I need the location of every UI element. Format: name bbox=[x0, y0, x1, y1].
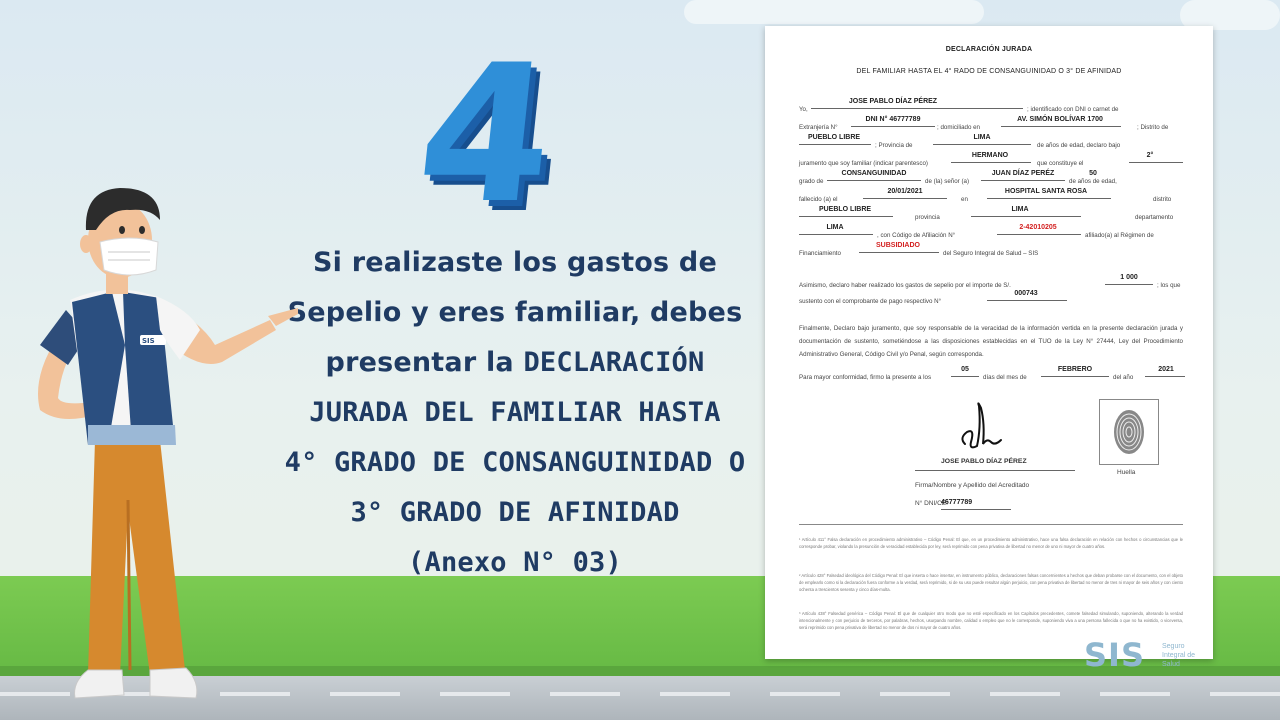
signer-name: JOSE PABLO DÍAZ PÉREZ bbox=[941, 458, 1027, 465]
underline bbox=[941, 509, 1011, 510]
underline bbox=[859, 252, 939, 253]
doc-text: que constituye el bbox=[1037, 160, 1084, 167]
message-text: presentar la bbox=[325, 347, 524, 378]
fingerprint-box bbox=[1099, 399, 1159, 465]
field-address: AV. SIMÓN BOLÍVAR 1700 bbox=[1017, 116, 1103, 123]
doc-text: de años de edad, declaro bajo bbox=[1037, 142, 1121, 149]
message-line: 4° GRADO DE CONSANGUINIDAD O bbox=[284, 447, 746, 478]
main-message: Si realizaste los gastos de Sepelio y er… bbox=[270, 238, 760, 588]
underline bbox=[863, 198, 947, 199]
field-degree: 2° bbox=[1146, 152, 1154, 159]
field-district-2: PUEBLO LIBRE bbox=[818, 206, 872, 213]
doc-text: Yo, bbox=[799, 106, 808, 113]
doc-text: distrito bbox=[1153, 196, 1172, 203]
footnote: ¹ Artículo 411° Falsa declaración en pro… bbox=[799, 537, 1183, 549]
field-dni: DNI N° 46777789 bbox=[865, 116, 921, 123]
vest-badge: SIS bbox=[142, 337, 155, 345]
doc-text: provincia bbox=[915, 214, 940, 221]
field-relationship: HERMANO bbox=[971, 152, 1009, 159]
field-age: 50 bbox=[1089, 170, 1097, 177]
message-line: Si realizaste los gastos de bbox=[313, 247, 717, 278]
underline bbox=[827, 180, 921, 181]
field-deceased: JUAN DÍAZ PERÉZ bbox=[991, 170, 1055, 177]
field-place: HOSPITAL SANTA ROSA bbox=[1004, 188, 1088, 195]
fingerprint-label: Huella bbox=[1117, 469, 1136, 476]
field-affiliation-code: 2-42010205 bbox=[1019, 224, 1057, 231]
underline bbox=[971, 216, 1081, 217]
underline bbox=[981, 180, 1065, 181]
footnote: ³ Artículo 438° Falsedad genérica – Códi… bbox=[799, 611, 1183, 630]
underline bbox=[811, 108, 1023, 109]
logo-text: SIS bbox=[1084, 636, 1145, 674]
underline bbox=[851, 126, 935, 127]
document-title: DECLARACIÓN JURADA bbox=[945, 46, 1033, 53]
underline bbox=[951, 376, 979, 377]
underline bbox=[1145, 376, 1185, 377]
field-receipt: 000743 bbox=[1014, 290, 1038, 297]
message-line: Sepelio y eres familiar, debes bbox=[287, 297, 743, 328]
message-line: presentar la DECLARACIÓN bbox=[270, 338, 760, 388]
underline bbox=[987, 198, 1111, 199]
field-month: FEBRERO bbox=[1057, 366, 1093, 373]
final-declaration-paragraph: Finalmente, Declaro bajo juramento, que … bbox=[799, 325, 1183, 358]
document-subtitle: DEL FAMILIAR HASTA EL 4° RADO DE CONSANG… bbox=[856, 68, 1122, 75]
step-number: 4 bbox=[408, 24, 564, 245]
field-district: PUEBLO LIBRE bbox=[807, 134, 861, 141]
signature-line bbox=[915, 470, 1075, 471]
sis-logo: SIS Seguro Integral de Salud bbox=[1084, 636, 1195, 676]
doc-text: del Seguro Integral de Salud – SIS bbox=[943, 250, 1039, 257]
message-line: (Anexo N° 03) bbox=[408, 547, 622, 578]
sworn-declaration-document: DECLARACIÓN JURADA DEL FAMILIAR HASTA EL… bbox=[765, 26, 1213, 659]
field-date: 20/01/2021 bbox=[887, 188, 923, 195]
doc-text: de años de edad, bbox=[1069, 178, 1117, 185]
field-department: LIMA bbox=[826, 224, 844, 231]
underline bbox=[987, 300, 1067, 301]
cloud bbox=[684, 0, 984, 24]
signer-label: Firma/Nombre y Apellido del Acreditado bbox=[915, 482, 1030, 489]
message-line: 3° GRADO DE AFINIDAD bbox=[350, 497, 680, 528]
message-emphasis: DECLARACIÓN bbox=[523, 347, 705, 378]
underline bbox=[1105, 284, 1153, 285]
logo-subtitle: Seguro Integral de Salud bbox=[1162, 643, 1196, 668]
doc-text: ; los que bbox=[1157, 282, 1181, 289]
underline bbox=[951, 162, 1031, 163]
signature-mark bbox=[961, 402, 1002, 449]
underline bbox=[799, 216, 893, 217]
doc-text: afiliado(a) al Régimen de bbox=[1085, 232, 1154, 239]
field-day: 05 bbox=[961, 366, 969, 373]
signer-dni: 46777789 bbox=[941, 499, 973, 506]
field-province-2: LIMA bbox=[1011, 206, 1029, 213]
health-worker-illustration: SIS bbox=[38, 188, 298, 699]
field-regime: SUBSIDIADO bbox=[876, 242, 920, 249]
doc-text: departamento bbox=[1135, 214, 1174, 221]
underline bbox=[933, 144, 1031, 145]
message-line: JURADA DEL FAMILIAR HASTA bbox=[309, 397, 721, 428]
doc-text: , con Código de Afiliación N° bbox=[877, 232, 956, 239]
field-year: 2021 bbox=[1158, 366, 1174, 373]
field-province: LIMA bbox=[973, 134, 991, 141]
field-name: JOSE PABLO DÍAZ PÉREZ bbox=[848, 98, 938, 105]
field-kinship: CONSANGUINIDAD bbox=[841, 170, 907, 177]
underline bbox=[997, 234, 1081, 235]
footnote: ² Artículo 428° Falsedad ideológica del … bbox=[799, 573, 1183, 592]
doc-text: ; Distrito de bbox=[1137, 124, 1169, 131]
underline bbox=[799, 234, 873, 235]
footnote-divider bbox=[799, 524, 1183, 525]
underline bbox=[799, 144, 871, 145]
underline bbox=[1001, 126, 1121, 127]
fingerprint-icon bbox=[1114, 410, 1144, 454]
field-amount: 1 000 bbox=[1120, 274, 1138, 281]
underline bbox=[1129, 162, 1183, 163]
doc-text: ; identificado con DNI o carnet de bbox=[1027, 106, 1119, 113]
underline bbox=[1041, 376, 1109, 377]
